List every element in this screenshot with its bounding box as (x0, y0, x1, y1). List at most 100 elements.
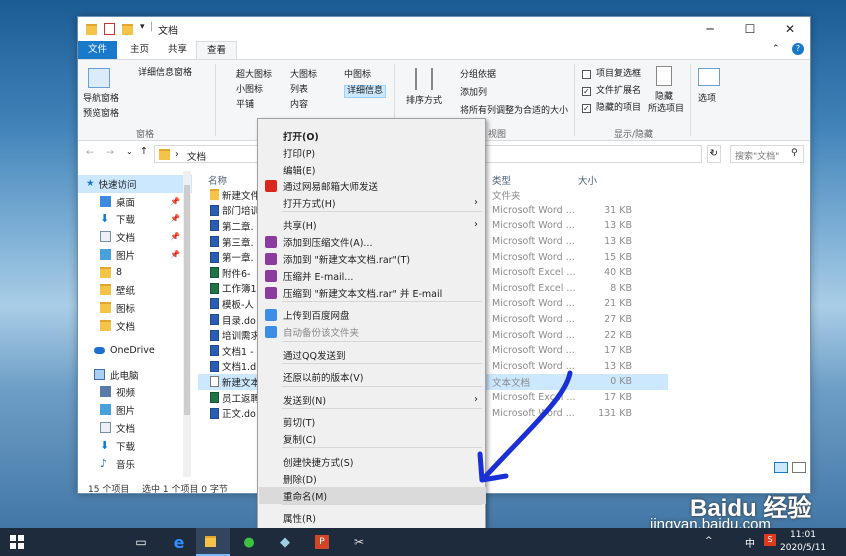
menu-item[interactable]: 打印(P) (259, 144, 486, 161)
layout-details[interactable]: 详细信息 (344, 85, 387, 98)
nav-item-wallpaper[interactable]: 壁纸 (78, 281, 192, 299)
menu-item[interactable]: 共享(H) › (259, 216, 486, 233)
nav-item-docs[interactable]: 文档 (78, 317, 192, 335)
preview-pane-button[interactable]: 预览窗格 (83, 109, 119, 120)
edge-icon[interactable]: e (162, 528, 196, 556)
menu-item[interactable]: 压缩并 E-mail... (259, 267, 486, 284)
nav-item-pc-downloads[interactable]: ⬇ 下载 (78, 437, 192, 455)
nav-item-desktop[interactable]: 桌面 📌 (78, 193, 192, 211)
menu-item[interactable]: 删除(D) (259, 470, 486, 487)
recent-chevron-icon[interactable]: ⌄ (126, 147, 133, 156)
details-pane-button[interactable]: 详细信息窗格 (138, 68, 192, 79)
fit-columns-button[interactable]: 将所有列调整为合适的大小 (460, 106, 568, 117)
clock-date[interactable]: 2020/5/11 (780, 543, 826, 553)
menu-item[interactable]: 属性(R) (259, 509, 486, 526)
nav-scrollbar[interactable] (183, 171, 191, 477)
layout-list[interactable]: 列表 (290, 85, 308, 96)
tray-chevron-icon[interactable]: ^ (705, 536, 713, 546)
pin-icon[interactable]: 📌 (170, 232, 180, 241)
hidden-items-checkbox[interactable]: ✓ (582, 104, 591, 113)
menu-item[interactable]: 上传到百度网盘 (259, 306, 486, 323)
nav-item-8[interactable]: 8 (78, 264, 192, 282)
clock-time[interactable]: 11:01 (790, 530, 816, 540)
layout-tiles[interactable]: 平铺 (236, 100, 254, 111)
menu-item[interactable]: 添加到 "新建文本文档.rar"(T) (259, 250, 486, 267)
menu-item[interactable]: 打开方式(H) › (259, 194, 486, 211)
new-folder-icon[interactable] (122, 24, 133, 35)
nav-item-documents[interactable]: 文档 📌 (78, 228, 192, 246)
nav-this-pc[interactable]: 此电脑 (78, 366, 192, 384)
start-button[interactable] (0, 528, 34, 556)
tab-home[interactable]: 主页 (120, 41, 159, 59)
sort-icon[interactable] (415, 68, 433, 90)
ime-indicator[interactable]: 中 (745, 535, 755, 550)
layout-medium[interactable]: 中图标 (344, 70, 371, 81)
menu-item[interactable]: 创建快捷方式(S) (259, 453, 486, 470)
file-ext-checkbox[interactable]: ✓ (582, 87, 591, 96)
column-header-name[interactable]: 名称 (208, 173, 227, 187)
nav-item-pc-documents[interactable]: 文档 (78, 419, 192, 437)
sort-button[interactable]: 排序方式 (406, 96, 442, 107)
task-view-icon[interactable]: ▭ (124, 528, 158, 556)
nav-pane-icon[interactable] (88, 68, 110, 88)
layout-content[interactable]: 内容 (290, 100, 308, 111)
nav-quick-access[interactable]: ★ 快速访问 (78, 175, 192, 193)
forward-icon[interactable]: → (106, 147, 114, 158)
layout-xlarge[interactable]: 超大图标 (236, 70, 272, 81)
minimize-button[interactable]: ─ (690, 17, 730, 41)
options-icon[interactable] (698, 68, 720, 86)
pin-icon[interactable]: 📌 (170, 250, 180, 259)
app-icon[interactable]: ◆ (268, 528, 302, 556)
menu-item[interactable]: 发送到(N) › (259, 391, 486, 408)
menu-item[interactable]: 复制(C) (259, 430, 486, 447)
pin-icon[interactable]: 📌 (170, 214, 180, 223)
properties-icon[interactable] (104, 23, 115, 35)
help-icon[interactable]: ? (792, 43, 804, 55)
powerpoint-icon[interactable]: P (305, 528, 339, 556)
menu-item[interactable]: 编辑(E) (259, 161, 486, 178)
breadcrumb[interactable]: 文档 (187, 149, 206, 163)
menu-item[interactable]: 重命名(M) (259, 487, 486, 504)
tab-file[interactable]: 文件 (78, 41, 118, 59)
menu-item[interactable]: 压缩到 "新建文本文档.rar" 并 E-mail (259, 284, 486, 301)
options-button[interactable]: 选项 (698, 94, 716, 105)
customize-qat-icon[interactable]: ▾ (140, 22, 145, 32)
group-by-button[interactable]: 分组依据 (460, 70, 496, 81)
hide-button[interactable]: 隐藏 (655, 92, 673, 103)
layout-small[interactable]: 小图标 (236, 85, 263, 96)
pin-icon[interactable]: 📌 (170, 197, 180, 206)
layout-large[interactable]: 大图标 (290, 70, 317, 81)
large-icons-view-icon[interactable] (792, 462, 806, 473)
menu-item[interactable]: 打开(O) (259, 127, 486, 144)
nav-item-pictures[interactable]: 图片 📌 (78, 246, 192, 264)
search-input[interactable]: 搜索"文档" ⚲ (730, 145, 804, 163)
nav-item-music[interactable]: ♪ 音乐 (78, 455, 192, 473)
sogou-icon[interactable]: S (764, 534, 776, 546)
add-column-button[interactable]: 添加列 (460, 88, 487, 99)
close-button[interactable]: ✕ (770, 17, 810, 41)
column-header-type[interactable]: 类型 (492, 173, 511, 187)
wechat-icon[interactable]: ● (232, 528, 266, 556)
menu-item[interactable]: 还原以前的版本(V) (259, 368, 486, 385)
explorer-taskbar-icon[interactable] (196, 528, 230, 556)
nav-pane-button[interactable]: 导航窗格 (83, 94, 119, 105)
up-icon[interactable]: ↑ (140, 146, 148, 157)
nav-onedrive[interactable]: OneDrive (78, 342, 192, 360)
chevron-up-icon[interactable]: ⌃ (772, 44, 780, 54)
tab-view[interactable]: 查看 (196, 41, 238, 59)
menu-item[interactable]: 通过QQ发送到 (259, 346, 486, 363)
details-view-icon[interactable] (774, 462, 788, 473)
nav-item-videos[interactable]: 视频 (78, 383, 192, 401)
item-checkboxes-checkbox[interactable] (582, 70, 591, 79)
nav-item-downloads[interactable]: ⬇ 下载 📌 (78, 210, 192, 228)
column-header-size[interactable]: 大小 (578, 173, 597, 187)
tab-share[interactable]: 共享 (158, 41, 197, 59)
nav-item-pc-pictures[interactable]: 图片 (78, 401, 192, 419)
hide-selected-icon[interactable] (656, 66, 672, 86)
refresh-icon[interactable]: ↻ (707, 145, 721, 163)
menu-item[interactable]: 添加到压缩文件(A)... (259, 233, 486, 250)
back-icon[interactable]: ← (86, 147, 94, 158)
menu-item[interactable]: 剪切(T) (259, 413, 486, 430)
menu-item[interactable]: 自动备份该文件夹 (259, 323, 486, 340)
nav-item-icons[interactable]: 图标 (78, 299, 192, 317)
